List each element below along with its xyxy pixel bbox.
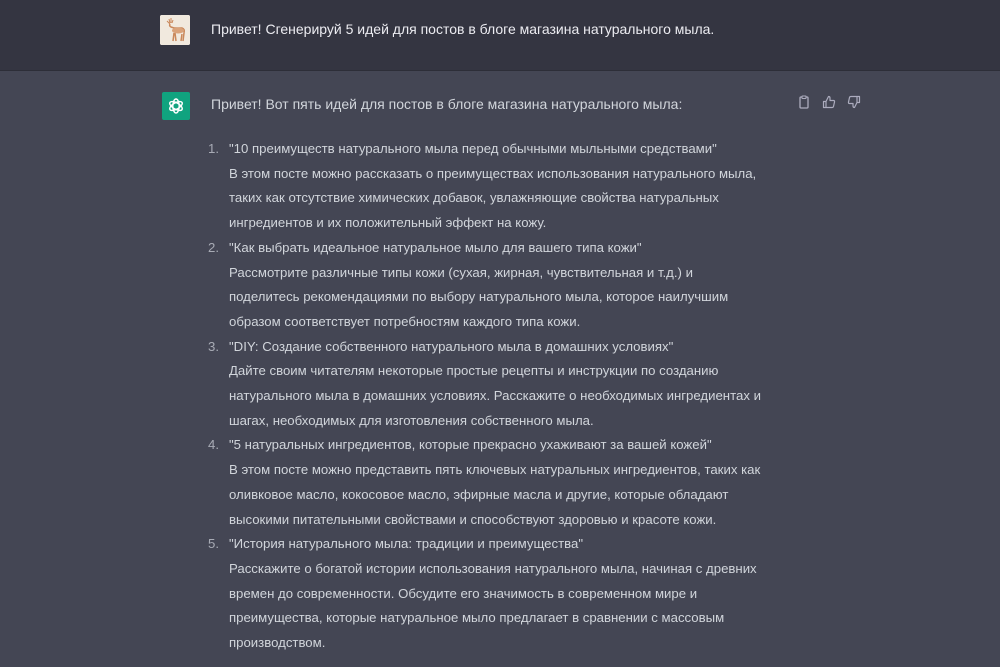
idea-title: "История натурального мыла: традиции и п… <box>229 536 583 552</box>
idea-number: 2. <box>208 239 219 255</box>
idea-desc-line: времен до современности. Обсудите его зн… <box>229 585 698 601</box>
idea-item: 3. "DIY: Создание собственного натуральн… <box>205 335 805 434</box>
idea-desc-line: таких как отсутствие химических добавок,… <box>229 190 719 206</box>
user-message-row: Привет! Сгенерируй 5 идей для постов в б… <box>0 0 1000 71</box>
idea-desc-line: высокими питательными свойствами и спосо… <box>229 511 717 527</box>
assistant-message-row: Привет! Вот пять идей для постов в блоге… <box>0 71 1000 667</box>
idea-number: 5. <box>208 536 219 552</box>
idea-desc-line: Дайте своим читателям некоторые простые … <box>229 363 719 379</box>
idea-item: 4. "5 натуральных ингредиентов, которые … <box>205 433 805 532</box>
idea-desc-line: производством. <box>229 635 326 651</box>
idea-desc-line: натурального мыла в домашних условиях. Р… <box>229 388 761 404</box>
idea-desc-line: В этом посте можно рассказать о преимуще… <box>229 165 757 181</box>
idea-desc-line: образом соответствует потребностям каждо… <box>229 313 581 329</box>
idea-item: 5. "История натурального мыла: традиции … <box>205 532 805 656</box>
idea-title: "5 натуральных ингредиентов, которые пре… <box>229 437 712 453</box>
idea-item: 1. "10 преимуществ натурального мыла пер… <box>205 137 805 236</box>
user-avatar <box>160 15 190 45</box>
idea-desc-line: ингредиентов и их положительный эффект н… <box>229 215 547 231</box>
idea-number: 4. <box>208 437 219 453</box>
idea-desc-line: В этом посте можно представить пять ключ… <box>229 462 761 478</box>
idea-desc-line: оливковое масло, кокосовое масло, эфирны… <box>229 486 729 502</box>
deer-avatar <box>160 15 190 45</box>
thumbs-up-button[interactable] <box>820 93 837 110</box>
ideas-list: 1. "10 преимуществ натурального мыла пер… <box>205 137 805 656</box>
assistant-intro-text: Привет! Вот пять идей для постов в блоге… <box>211 96 683 112</box>
idea-title: "DIY: Создание собственного натурального… <box>229 338 674 354</box>
assistant-avatar <box>162 92 190 120</box>
idea-desc-line: Рассмотрите различные типы кожи (сухая, … <box>229 264 693 280</box>
idea-title: "Как выбрать идеальное натуральное мыло … <box>229 239 642 255</box>
idea-title: "10 преимуществ натурального мыла перед … <box>229 141 717 156</box>
user-message-text: Привет! Сгенерируй 5 идей для постов в б… <box>211 21 715 37</box>
idea-desc-line: шагах, необходимых для изготовления собс… <box>229 412 594 428</box>
thumbs-up-icon <box>822 95 835 108</box>
idea-number: 3. <box>208 338 219 354</box>
idea-desc-line: поделитесь рекомендациями по выбору нату… <box>229 289 729 305</box>
copy-icon <box>798 94 809 109</box>
thumbs-down-button[interactable] <box>845 93 862 110</box>
copy-button[interactable] <box>795 93 812 110</box>
idea-number: 1. <box>208 141 219 156</box>
thumbs-down-icon <box>847 95 860 108</box>
message-actions <box>795 93 862 110</box>
openai-logo-icon <box>169 98 183 114</box>
idea-desc-line: Расскажите о богатой истории использован… <box>229 560 757 576</box>
idea-desc-line: преимущества, которые натуральное мыло п… <box>229 610 725 626</box>
idea-item: 2. "Как выбрать идеальное натуральное мы… <box>205 236 805 335</box>
